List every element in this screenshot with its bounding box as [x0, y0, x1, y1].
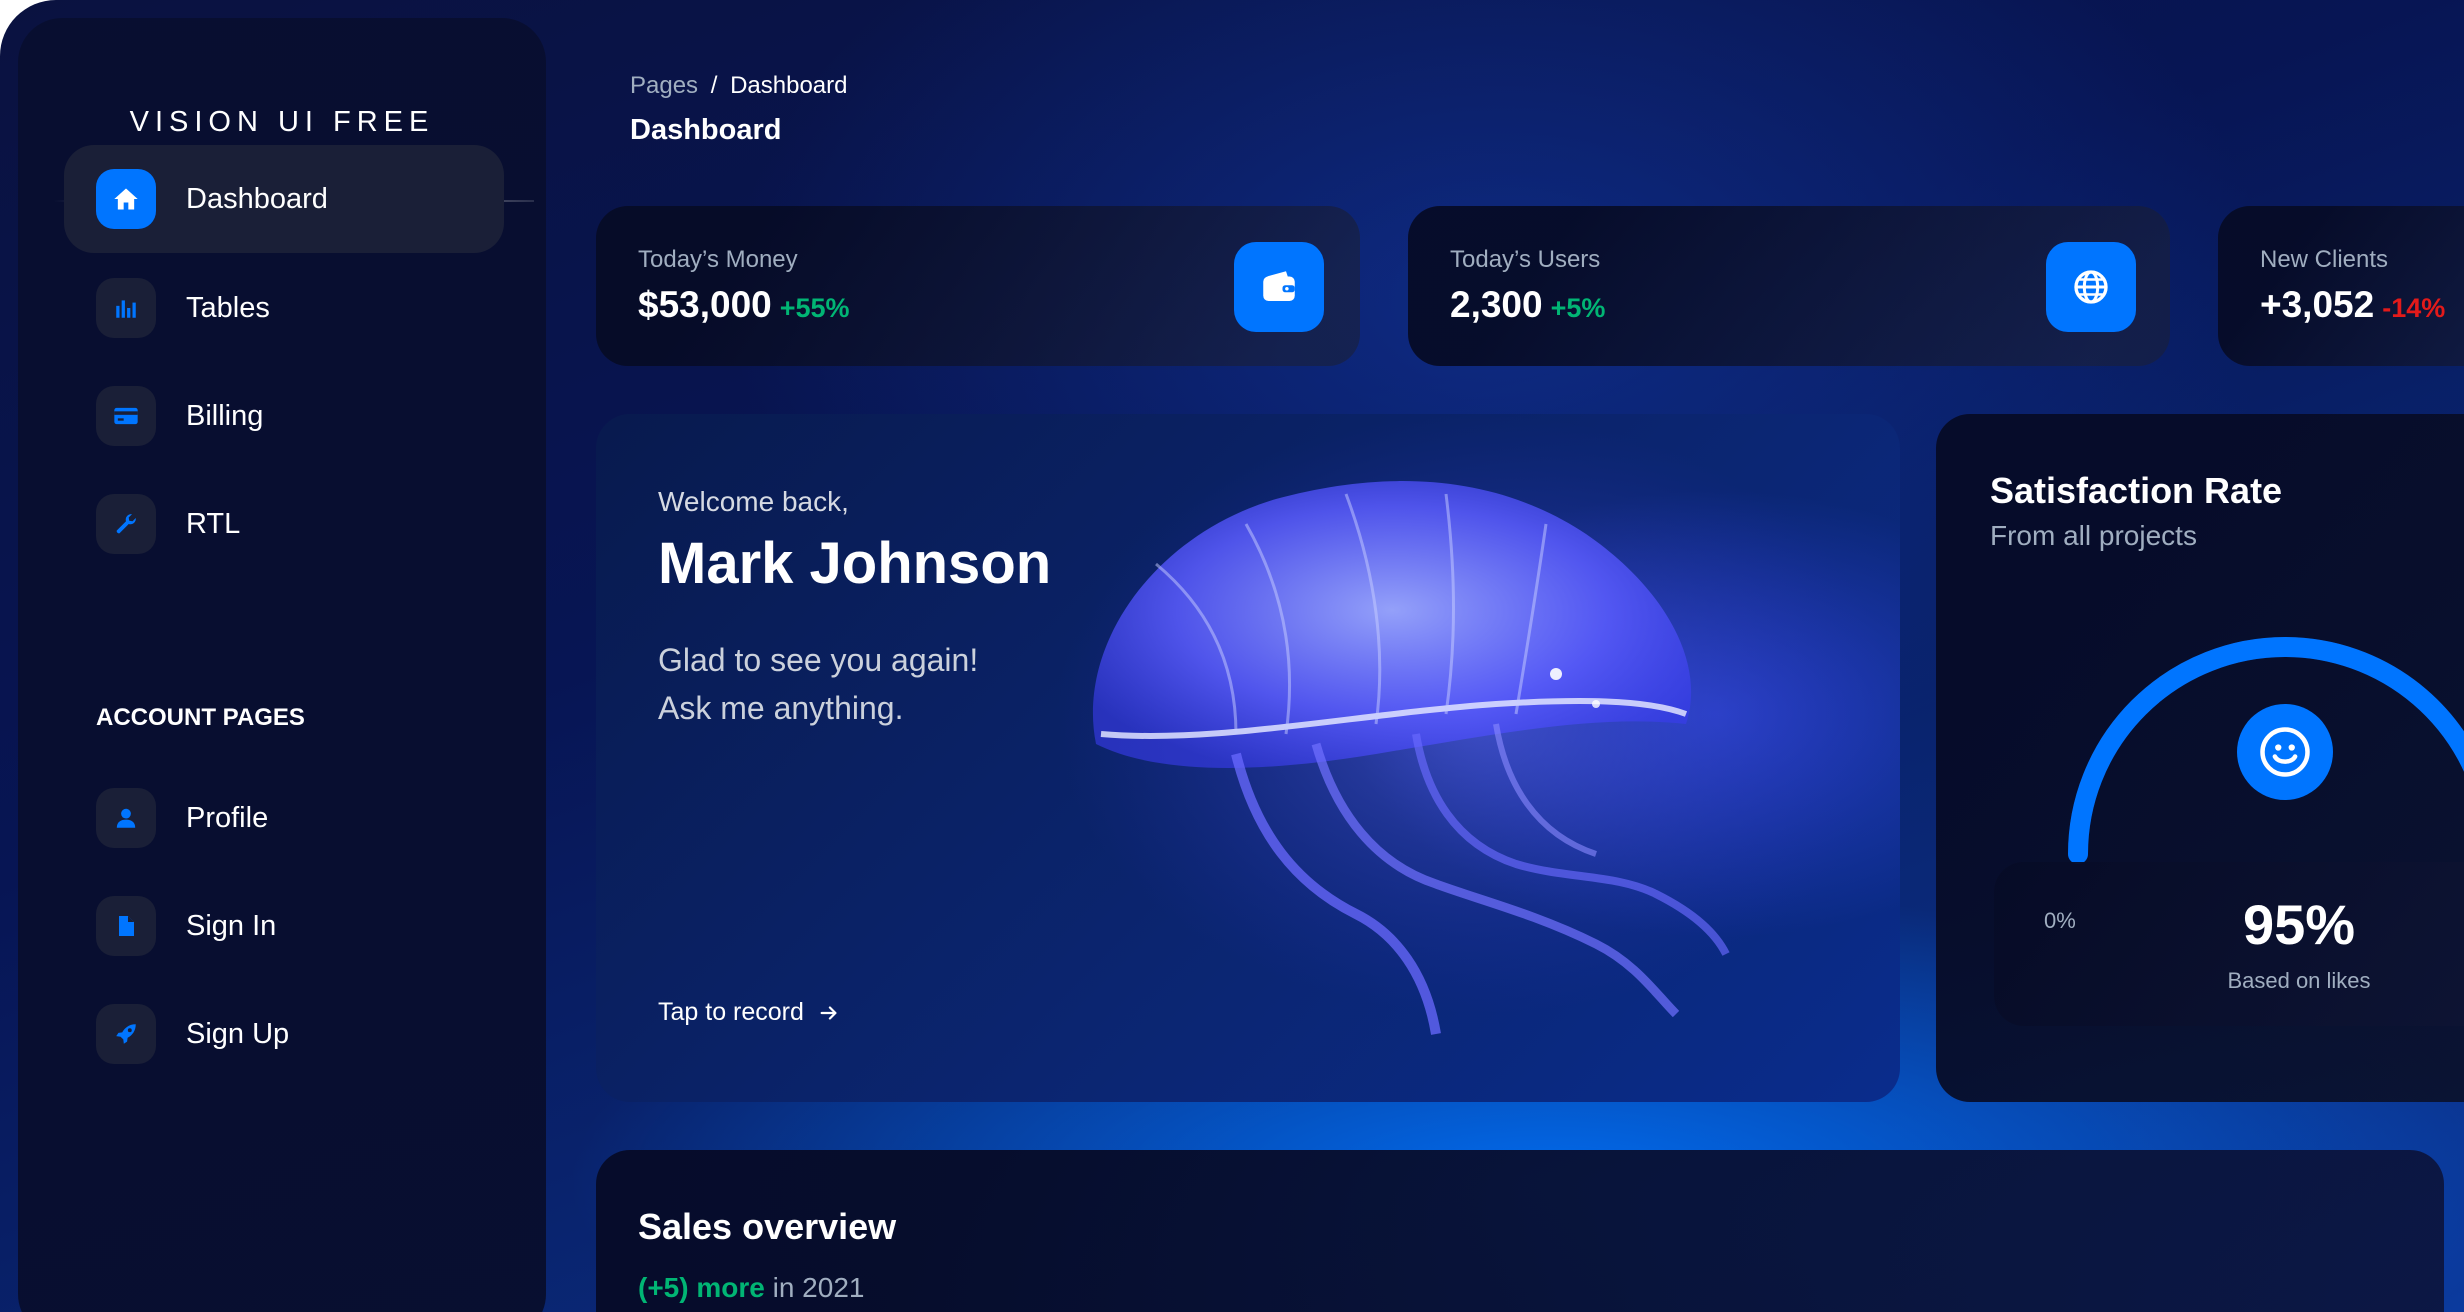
satisfaction-value-box: 0% 95% Based on likes [1994, 862, 2464, 1026]
wrench-icon [96, 494, 156, 554]
stat-card-clients: New Clients +3,052 -14% [2218, 206, 2464, 366]
sidebar-item-dashboard[interactable]: Dashboard [64, 145, 504, 253]
section-title-account: ACCOUNT PAGES [96, 704, 305, 731]
sales-overview-card: Sales overview (+5) more in 2021 [596, 1150, 2444, 1312]
sidebar-item-rtl[interactable]: RTL [64, 470, 504, 578]
breadcrumb-current: Dashboard [730, 72, 848, 99]
welcome-name: Mark Johnson [658, 531, 1052, 596]
stat-value: +3,052 [2260, 284, 2375, 325]
stat-value-row: $53,000 +55% [638, 284, 850, 326]
satisfaction-note: Based on likes [2227, 968, 2371, 993]
satisfaction-value: 95% [2242, 893, 2356, 956]
sidebar-item-sign-in[interactable]: Sign In [64, 872, 504, 980]
stat-card-money: Today’s Money $53,000 +55% [596, 206, 1360, 366]
stat-change: -14% [2382, 293, 2446, 323]
stat-value-row: +3,052 -14% [2260, 284, 2445, 326]
document-icon [96, 896, 156, 956]
welcome-line-1: Glad to see you again! [658, 642, 979, 678]
sidebar-item-label: Dashboard [186, 182, 328, 215]
breadcrumb: Pages / Dashboard [630, 72, 848, 100]
tap-to-record-label: Tap to record [658, 998, 804, 1026]
sidebar: VISION UI FREE Dashboard Tables Billing [18, 18, 546, 1312]
sales-highlight: (+5) more [638, 1272, 765, 1303]
credit-card-icon [96, 386, 156, 446]
bar-chart-icon [96, 278, 156, 338]
welcome-message: Glad to see you again! Ask me anything. [658, 636, 1158, 732]
welcome-card: Welcome back, Mark Johnson Glad to see y… [596, 414, 1900, 1102]
sidebar-item-profile[interactable]: Profile [64, 764, 504, 872]
stat-label: New Clients [2260, 246, 2389, 273]
breadcrumb-parent[interactable]: Pages [630, 72, 698, 99]
sidebar-item-tables[interactable]: Tables [64, 254, 504, 362]
person-icon [96, 788, 156, 848]
sales-title: Sales overview [638, 1206, 897, 1247]
stat-value: $53,000 [638, 284, 772, 325]
welcome-greeting: Welcome back, [658, 486, 849, 517]
globe-icon [2046, 242, 2136, 332]
breadcrumb-separator: / [710, 72, 718, 99]
stat-change: +5% [1550, 293, 1606, 323]
stat-value: 2,300 [1450, 284, 1543, 325]
stat-change: +55% [779, 293, 850, 323]
sidebar-item-billing[interactable]: Billing [64, 362, 504, 470]
sidebar-item-label: Sign In [186, 909, 277, 942]
app-window: VISION UI FREE Dashboard Tables Billing [0, 0, 2464, 1312]
sidebar-item-label: RTL [186, 507, 241, 540]
sidebar-item-label: Profile [186, 801, 269, 834]
stat-value-row: 2,300 +5% [1450, 284, 1605, 326]
stat-card-users: Today’s Users 2,300 +5% [1408, 206, 2170, 366]
arrow-right-icon [820, 1005, 837, 1020]
wallet-icon [1234, 242, 1324, 332]
sales-subtitle: (+5) more in 2021 [638, 1272, 864, 1304]
brand-logo: VISION UI FREE [129, 106, 435, 138]
smiley-icon [2237, 704, 2333, 800]
sidebar-item-label: Tables [186, 291, 270, 324]
welcome-line-2: Ask me anything. [658, 690, 904, 726]
tap-to-record-link[interactable]: Tap to record [658, 998, 840, 1027]
sidebar-item-sign-up[interactable]: Sign Up [64, 980, 504, 1088]
stat-label: Today’s Users [1450, 246, 1601, 273]
page-title: Dashboard [630, 114, 782, 146]
home-icon [96, 169, 156, 229]
satisfaction-card: Satisfaction Rate From all projects 0% 9… [1936, 414, 2464, 1102]
sales-suffix: in 2021 [772, 1272, 865, 1303]
sidebar-item-label: Billing [186, 399, 264, 432]
stat-label: Today’s Money [638, 246, 798, 273]
sidebar-item-label: Sign Up [186, 1017, 290, 1050]
satisfaction-min-label: 0% [2044, 908, 2076, 933]
rocket-icon [96, 1004, 156, 1064]
